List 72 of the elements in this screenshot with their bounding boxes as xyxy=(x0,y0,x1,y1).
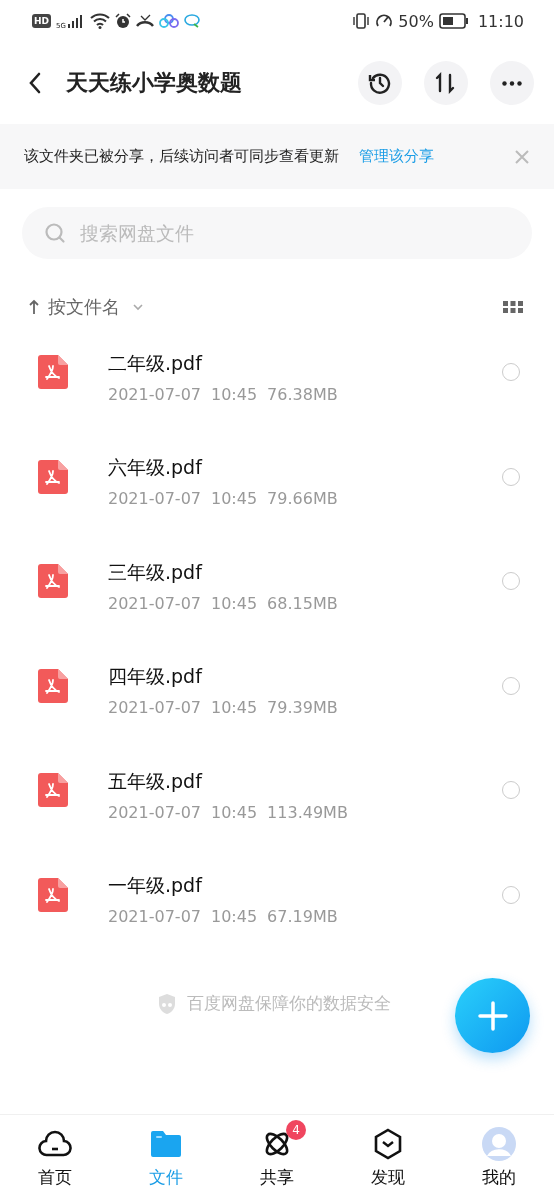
nav-tab[interactable]: 发现 xyxy=(332,1115,444,1200)
file-row[interactable]: 六年级.pdf 2021-07-07 10:45 79.66MB xyxy=(0,429,554,534)
file-row[interactable]: 二年级.pdf 2021-07-07 10:45 76.38MB xyxy=(0,325,554,430)
file-size: 68.15MB xyxy=(267,593,338,613)
file-time: 10:45 xyxy=(211,384,258,404)
file-row[interactable]: 一年级.pdf 2021-07-07 10:45 67.19MB xyxy=(0,847,554,952)
sort-order-button[interactable] xyxy=(424,61,468,105)
pdf-file-icon xyxy=(38,877,68,912)
hd-badge: HD xyxy=(32,14,51,28)
pdf-file-icon xyxy=(38,459,68,494)
file-time: 10:45 xyxy=(211,802,258,822)
signal-icon xyxy=(66,14,85,28)
search-field[interactable]: 搜索网盘文件 xyxy=(22,207,532,259)
file-time: 10:45 xyxy=(211,489,258,509)
chat-icon xyxy=(183,14,200,28)
alarm-icon xyxy=(114,13,131,29)
file-row[interactable]: 五年级.pdf 2021-07-07 10:45 113.49MB xyxy=(0,743,554,848)
pdf-file-icon xyxy=(38,355,68,390)
pdf-file-icon xyxy=(38,564,68,599)
file-date: 2021-07-07 xyxy=(108,384,201,404)
file-row[interactable]: 三年级.pdf 2021-07-07 10:45 68.15MB xyxy=(0,534,554,639)
page-title: 天天练小学奥数题 xyxy=(66,69,243,97)
file-name: 五年级.pdf xyxy=(108,768,204,794)
nav-tab[interactable]: 首页 xyxy=(0,1115,111,1200)
missed-call-icon xyxy=(135,14,154,28)
file-row[interactable]: 四年级.pdf 2021-07-07 10:45 79.39MB xyxy=(0,638,554,743)
more-icon xyxy=(502,80,522,86)
history-button[interactable] xyxy=(358,61,402,105)
file-time: 10:45 xyxy=(211,907,258,927)
pdf-file-icon xyxy=(38,668,68,703)
nav-tab[interactable]: 我的 xyxy=(443,1115,554,1200)
file-size: 76.38MB xyxy=(267,384,338,404)
avatar-icon xyxy=(480,1126,517,1162)
battery-icon xyxy=(438,13,469,29)
grid-view-icon[interactable] xyxy=(502,300,524,314)
back-icon[interactable] xyxy=(28,72,42,94)
file-name: 二年级.pdf xyxy=(108,350,204,376)
file-date: 2021-07-07 xyxy=(108,802,201,822)
more-button[interactable] xyxy=(490,61,534,105)
file-name: 六年级.pdf xyxy=(108,455,204,481)
battery-percent: 50% xyxy=(398,11,434,31)
pdf-file-icon xyxy=(38,773,68,808)
sort-by-name-button[interactable]: 按文件名 xyxy=(28,295,144,319)
file-size: 79.66MB xyxy=(267,489,338,509)
file-size: 79.39MB xyxy=(267,698,338,718)
hexagon-icon xyxy=(372,1126,403,1162)
clock-time: 11:10 xyxy=(477,11,524,31)
banner-message: 该文件夹已被分享，后续访问者可同步查看更新 xyxy=(24,147,339,166)
file-size: 113.49MB xyxy=(267,802,348,822)
file-date: 2021-07-07 xyxy=(108,907,201,927)
file-date: 2021-07-07 xyxy=(108,698,201,718)
history-icon xyxy=(368,71,392,95)
wifi-icon xyxy=(89,13,110,29)
vibrate-icon xyxy=(352,13,371,29)
file-date: 2021-07-07 xyxy=(108,593,201,613)
file-name: 一年级.pdf xyxy=(108,873,204,899)
file-name: 三年级.pdf xyxy=(108,559,204,585)
add-button[interactable] xyxy=(455,978,530,1053)
notification-badge: 4 xyxy=(286,1120,306,1140)
shield-icon xyxy=(157,992,177,1015)
cloud-icon xyxy=(158,14,179,28)
file-date: 2021-07-07 xyxy=(108,489,201,509)
security-note: 百度网盘保障你的数据安全 xyxy=(187,992,391,1015)
file-name: 四年级.pdf xyxy=(108,664,204,690)
file-size: 67.19MB xyxy=(267,907,338,927)
file-time: 10:45 xyxy=(211,698,258,718)
plus-icon xyxy=(476,999,509,1032)
caret-icon xyxy=(132,303,144,311)
nav-tab[interactable]: 4 共享 xyxy=(221,1115,333,1200)
file-time: 10:45 xyxy=(211,593,258,613)
up-arrow-icon xyxy=(28,299,40,315)
close-icon[interactable] xyxy=(514,148,530,165)
